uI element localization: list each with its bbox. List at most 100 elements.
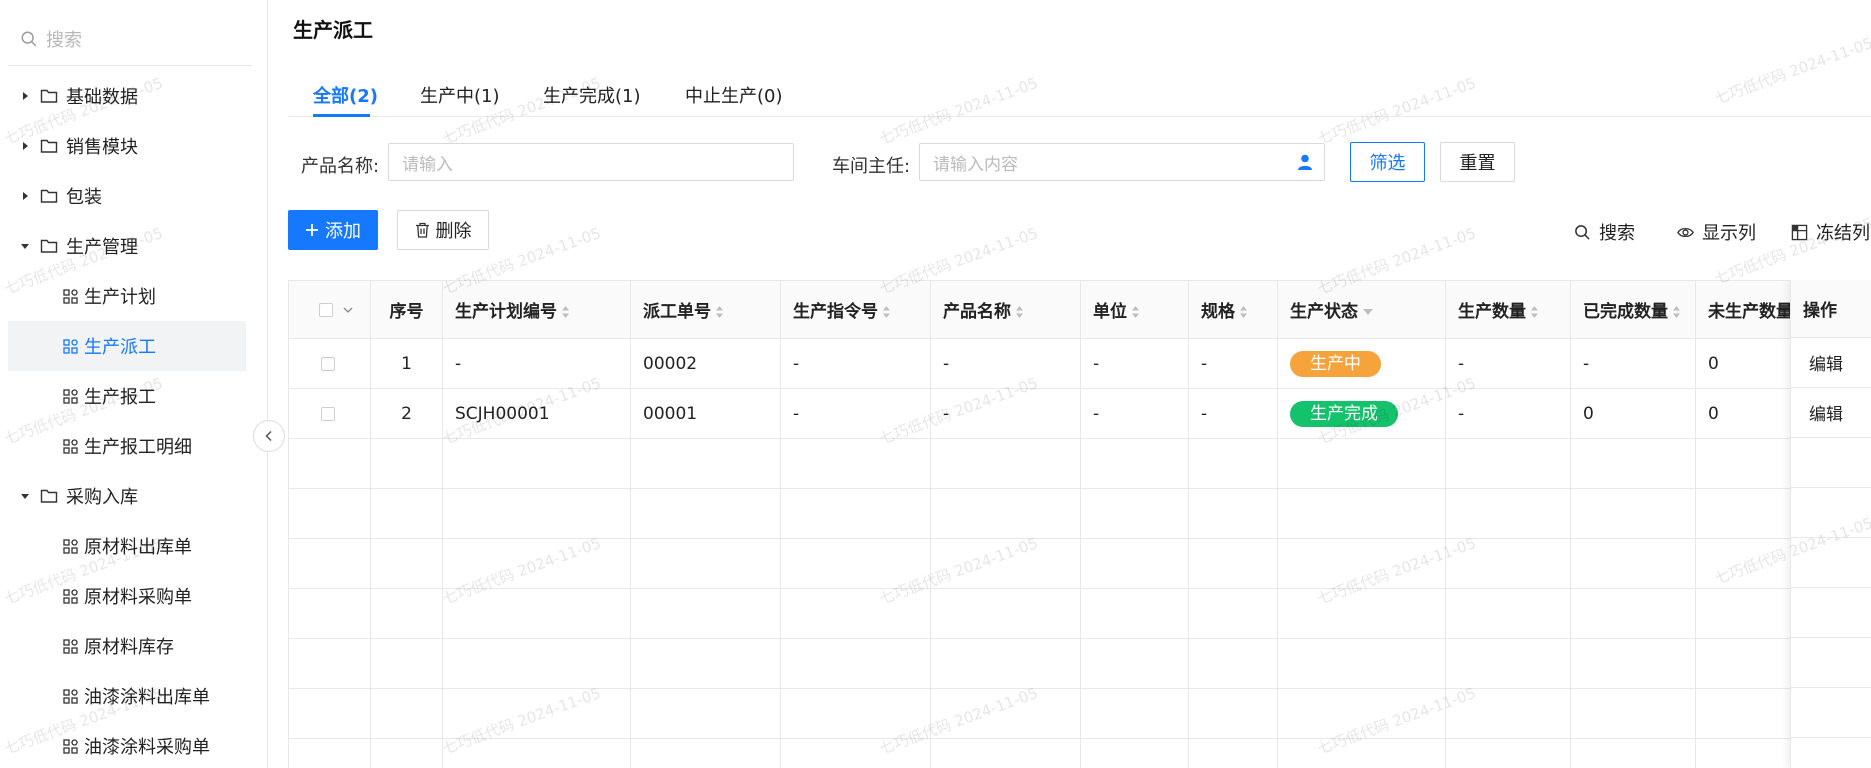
reset-button[interactable]: 重置 [1440,142,1515,182]
search-tool[interactable]: 搜索 [1574,219,1635,245]
row-select-cell[interactable] [288,388,371,439]
sidebar-item-label: 生产报工明细 [84,437,192,458]
sidebar-item-basic-data[interactable]: 基础数据 [8,71,246,121]
page-title: 生产派工 [293,18,373,42]
sidebar-item-label: 生产报工 [84,387,156,408]
header-done-qty[interactable]: 已完成数量 [1570,280,1696,339]
sidebar-item-purchase-inbound[interactable]: 采购入库 [8,471,246,521]
add-button[interactable]: 添加 [288,210,378,250]
sort-icon[interactable] [561,305,570,319]
caret-right-icon[interactable] [18,139,32,153]
tab-all[interactable]: 全部(2) [313,82,378,108]
sidebar-item-label: 生产派工 [84,337,156,358]
header-product-name[interactable]: 产品名称 [930,280,1081,339]
header-plan-no[interactable]: 生产计划编号 [442,280,631,339]
workshop-director-input[interactable]: 请输入内容 [919,143,1325,181]
sort-icon[interactable] [1131,305,1140,319]
sidebar-item-raw-material-outbound[interactable]: 原材料出库单 [8,521,246,571]
select-all-header[interactable] [288,280,371,339]
header-status[interactable]: 生产状态 [1277,280,1446,339]
sidebar-item-label: 销售模块 [66,137,138,158]
sidebar-item-label: 原材料库存 [84,637,174,658]
header-label: 生产数量 [1458,302,1526,322]
header-unit[interactable]: 单位 [1080,280,1189,339]
cell-spec: - [1188,338,1278,389]
caret-down-icon[interactable] [18,239,32,253]
sidebar-item-production-report-detail[interactable]: 生产报工明细 [8,421,246,471]
freeze-columns-tool[interactable]: 冻结列 [1791,219,1870,245]
sidebar-collapse-button[interactable] [253,420,285,452]
header-label: 生产状态 [1290,302,1358,322]
header-dispatch-no[interactable]: 派工单号 [630,280,781,339]
caret-right-icon[interactable] [18,89,32,103]
empty-row [288,588,1821,639]
sort-icon[interactable] [1015,305,1024,319]
filter-dropdown-icon[interactable] [1362,308,1374,316]
cell-unit: - [1080,388,1189,439]
header-label: 未生产数量 [1708,302,1793,322]
nav-tree: 基础数据 销售模块 包装 生产管理 生产计划 生产派工 生产报工 生产报工明细 … [8,71,246,768]
row-select-cell[interactable] [288,338,371,389]
tab-in-progress[interactable]: 生产中(1) [420,82,500,108]
cell-product: - [930,338,1081,389]
header-qty[interactable]: 生产数量 [1445,280,1571,339]
dispatch-table: 序号 生产计划编号 派工单号 生产指令号 产品名称 单位 规格 生产状态 生产数… [288,280,1871,768]
header-label: 生产计划编号 [455,302,557,322]
header-label: 单位 [1093,302,1127,322]
sidebar-search[interactable]: 搜索 [8,12,252,66]
app-grid-icon [63,438,78,454]
delete-button[interactable]: 删除 [397,210,489,250]
caret-right-icon[interactable] [18,189,32,203]
sidebar-item-production-plan[interactable]: 生产计划 [8,271,246,321]
user-icon[interactable] [1296,153,1314,171]
sidebar-item-packaging[interactable]: 包装 [8,171,246,221]
app-grid-icon [63,688,78,704]
trash-icon [415,222,429,238]
header-label: 规格 [1201,302,1235,322]
workshop-director-label: 车间主任: [832,156,911,177]
app-grid-icon [63,588,78,604]
sidebar-item-label: 基础数据 [66,87,138,108]
row-checkbox[interactable] [321,356,335,371]
header-label: 产品名称 [943,302,1011,322]
empty-op-cell [1791,638,1871,688]
edit-link[interactable]: 编辑 [1791,338,1871,388]
table-header-row: 序号 生产计划编号 派工单号 生产指令号 产品名称 单位 规格 生产状态 生产数… [288,280,1821,339]
cell-done-qty: 0 [1570,388,1696,439]
cell-spec: - [1188,388,1278,439]
header-spec[interactable]: 规格 [1188,280,1278,339]
header-label: 生产指令号 [793,302,878,322]
sidebar-item-raw-material-purchase[interactable]: 原材料采购单 [8,571,246,621]
tab-completed[interactable]: 生产完成(1) [543,82,641,108]
chevron-down-icon[interactable] [343,306,353,314]
row-checkbox[interactable] [321,406,335,421]
sidebar-item-paint-outbound[interactable]: 油漆涂料出库单 [8,671,246,721]
folder-icon [40,189,58,203]
sort-icon[interactable] [715,305,724,319]
edit-link[interactable]: 编辑 [1791,388,1871,438]
filter-button[interactable]: 筛选 [1350,142,1425,182]
show-columns-tool[interactable]: 显示列 [1677,219,1756,245]
sort-icon[interactable] [882,305,891,319]
header-order-no[interactable]: 生产指令号 [780,280,931,339]
table-row[interactable]: 1 - 00002 - - - - 生产中 - - 0 [288,338,1821,389]
table-row[interactable]: 2 SCJH00001 00001 - - - - 生产完成 - 0 0 [288,388,1821,439]
sidebar-item-paint-purchase[interactable]: 油漆涂料采购单 [8,721,246,768]
sort-icon[interactable] [1672,305,1681,319]
caret-down-icon[interactable] [18,489,32,503]
app-grid-icon [63,538,78,554]
sidebar-item-production-report[interactable]: 生产报工 [8,371,246,421]
sort-icon[interactable] [1239,305,1248,319]
plus-icon [306,224,318,236]
sort-icon[interactable] [1530,305,1539,319]
folder-icon [40,89,58,103]
sidebar-item-label: 原材料采购单 [84,587,192,608]
sidebar-item-raw-material-stock[interactable]: 原材料库存 [8,621,246,671]
sidebar-item-label: 油漆涂料采购单 [84,737,210,758]
tab-stopped[interactable]: 中止生产(0) [685,82,783,108]
product-name-input[interactable]: 请输入 [388,143,794,181]
select-all-checkbox[interactable] [319,302,333,317]
sidebar-item-production-mgmt[interactable]: 生产管理 [8,221,246,271]
sidebar-item-production-dispatch[interactable]: 生产派工 [8,321,246,371]
sidebar-item-sales[interactable]: 销售模块 [8,121,246,171]
